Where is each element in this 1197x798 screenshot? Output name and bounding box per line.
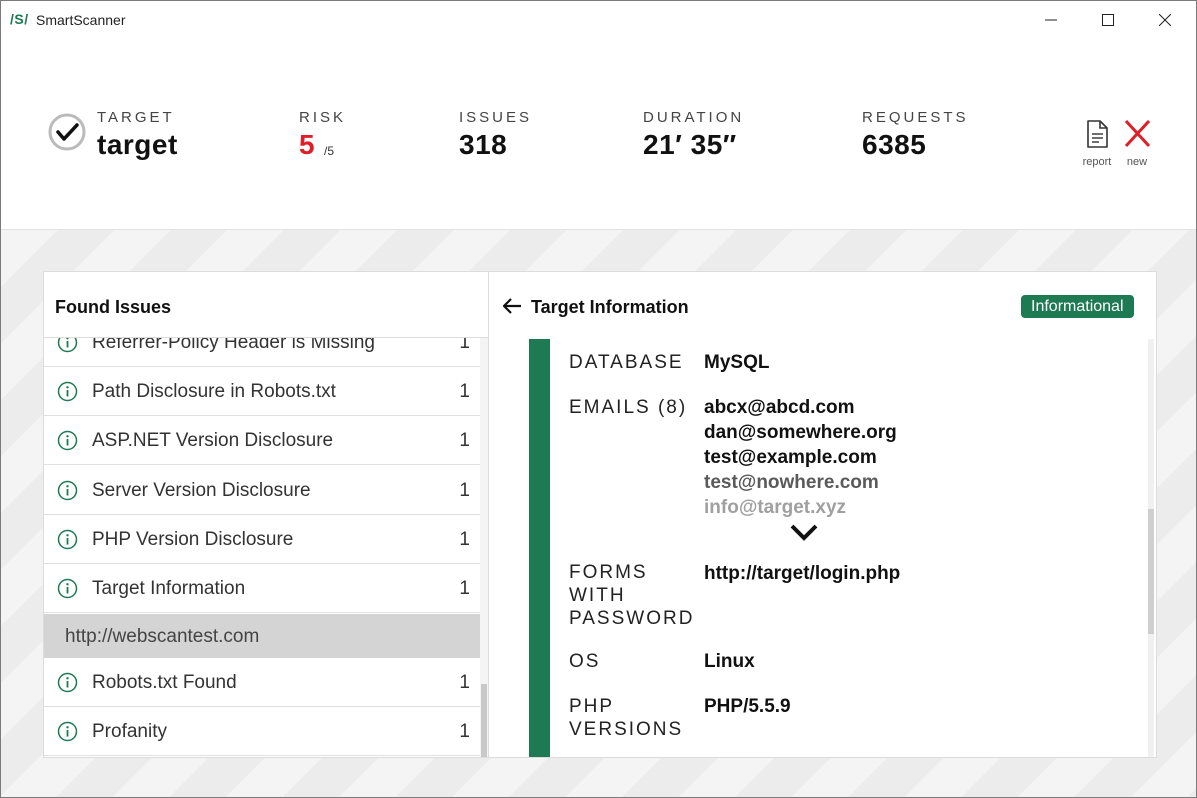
issue-label: Server Version Disclosure — [92, 480, 311, 501]
forms-label-line: WITH — [569, 585, 626, 606]
risk-max: /5 — [324, 144, 335, 158]
issues-scrollbar[interactable] — [480, 338, 488, 757]
duration-value: 21′ 35″ — [643, 129, 737, 160]
expand-chevron-down-icon[interactable] — [789, 523, 819, 543]
info-circle-icon — [57, 338, 78, 353]
close-icon — [1159, 14, 1171, 26]
issue-label: Profanity — [92, 721, 167, 742]
issue-label: Referrer-Policy Header is Missing — [92, 338, 375, 353]
email-item: test@nowhere.com — [704, 472, 879, 493]
severity-badge: Informational — [1021, 295, 1134, 318]
minimize-icon — [1045, 19, 1057, 21]
issue-row[interactable]: Path Disclosure in Robots.txt 1 — [44, 367, 482, 416]
issue-count: 1 — [459, 529, 470, 550]
info-circle-icon — [57, 480, 78, 501]
scan-summary: TARGET target RISK 5 /5 ISSUES 318 DURAT… — [1, 39, 1196, 229]
issue-count: 1 — [459, 672, 470, 693]
new-x-icon — [1124, 119, 1151, 148]
info-circle-icon — [57, 578, 78, 599]
severity-bar — [529, 339, 550, 757]
issue-label: Target Information — [92, 578, 246, 599]
email-item: info@target.xyz — [704, 497, 847, 518]
issue-row[interactable]: PHP Version Disclosure 1 — [44, 515, 482, 564]
issue-count: 1 — [459, 480, 470, 501]
target-group-header[interactable]: http://webscantest.com — [44, 614, 482, 658]
issue-count: 1 — [459, 381, 470, 402]
duration-label: DURATION — [643, 109, 745, 126]
issue-label: ASP.NET Version Disclosure — [92, 430, 334, 451]
email-item: dan@somewhere.org — [704, 422, 897, 443]
risk-value: 5 — [299, 129, 316, 160]
info-circle-icon — [57, 381, 78, 402]
issues-value: 318 — [459, 129, 508, 160]
title-bar: /S/ SmartScanner — [1, 1, 1196, 39]
os-label: OS — [569, 651, 601, 672]
issue-row[interactable]: Profanity 1 — [44, 707, 482, 756]
minimize-button[interactable] — [1028, 1, 1074, 39]
target-value: target — [97, 129, 178, 160]
issue-count: 1 — [459, 430, 470, 451]
maximize-icon — [1102, 14, 1114, 26]
database-label: DATABASE — [569, 352, 684, 373]
email-item: test@example.com — [704, 447, 877, 468]
email-item: abcx@abcd.com — [704, 397, 855, 418]
found-issues-title: Found Issues — [55, 297, 172, 317]
app-title: SmartScanner — [36, 12, 126, 28]
issue-count: 1 — [459, 338, 470, 353]
php-label-line: PHP — [569, 696, 615, 717]
report-document-icon — [1087, 120, 1108, 148]
database-value: MySQL — [704, 352, 770, 373]
requests-value: 6385 — [862, 129, 927, 160]
detail-body: DATABASE MySQL EMAILS (8) abcx@abcd.com … — [489, 339, 1156, 757]
target-group-label: http://webscantest.com — [65, 626, 260, 647]
maximize-button[interactable] — [1085, 1, 1131, 39]
info-circle-icon — [57, 430, 78, 451]
issue-detail-panel: Target Information Informational DATABAS… — [489, 271, 1157, 758]
issues-label: ISSUES — [459, 109, 533, 126]
issue-label: PHP Version Disclosure — [92, 529, 294, 550]
forms-label-line: FORMS — [569, 562, 648, 583]
forms-label-line: PASSWORD — [569, 608, 695, 629]
info-circle-icon — [57, 672, 78, 693]
forms-label: FORMS WITH PASSWORD — [569, 561, 694, 630]
emails-list: abcx@abcd.com dan@somewhere.org test@exa… — [704, 395, 897, 520]
detail-scrollbar[interactable] — [1148, 339, 1154, 757]
scan-complete-check-icon — [48, 113, 86, 151]
php-value: PHP/5.5.9 — [704, 696, 791, 717]
issue-count: 1 — [459, 721, 470, 742]
info-circle-icon — [57, 529, 78, 550]
forms-value: http://target/login.php — [704, 563, 901, 584]
issue-label: Path Disclosure in Robots.txt — [92, 381, 336, 402]
app-logo: /S/ — [10, 11, 29, 27]
target-label: TARGET — [97, 109, 175, 126]
info-circle-icon — [57, 721, 78, 742]
detail-scrollbar-thumb[interactable] — [1148, 509, 1154, 634]
new-scan-button[interactable]: new — [1117, 119, 1157, 168]
issue-row-selected[interactable]: Target Information 1 — [44, 564, 482, 613]
emails-label: EMAILS (8) — [569, 397, 688, 418]
app-window: /S/ SmartScanner TARGET target RISK 5 /5… — [0, 0, 1197, 798]
issue-row[interactable]: Robots.txt Found 1 — [44, 658, 482, 707]
found-issues-header: Found Issues — [44, 272, 488, 338]
issue-row[interactable]: Referrer-Policy Header is Missing 1 — [44, 338, 482, 367]
back-arrow-icon[interactable] — [501, 296, 523, 316]
issue-row[interactable]: Server Version Disclosure 1 — [44, 466, 482, 515]
detail-title: Target Information — [531, 297, 689, 317]
php-label-line: VERSIONS — [569, 719, 684, 740]
issue-label: Robots.txt Found — [92, 672, 237, 693]
requests-label: REQUESTS — [862, 109, 969, 126]
report-label: report — [1082, 156, 1112, 168]
close-window-button[interactable] — [1142, 1, 1188, 39]
report-button[interactable]: report — [1077, 119, 1117, 168]
issue-row[interactable]: ASP.NET Version Disclosure 1 — [44, 416, 482, 465]
risk-label: RISK — [299, 109, 347, 126]
os-value: Linux — [704, 651, 755, 672]
php-label: PHP VERSIONS — [569, 695, 683, 741]
issue-count: 1 — [459, 578, 470, 599]
issues-scrollbar-thumb[interactable] — [481, 684, 487, 757]
found-issues-panel: Found Issues Referrer-Policy Header is M… — [43, 271, 489, 758]
new-label: new — [1126, 156, 1148, 168]
issues-list: Referrer-Policy Header is Missing 1 Path… — [44, 338, 482, 757]
